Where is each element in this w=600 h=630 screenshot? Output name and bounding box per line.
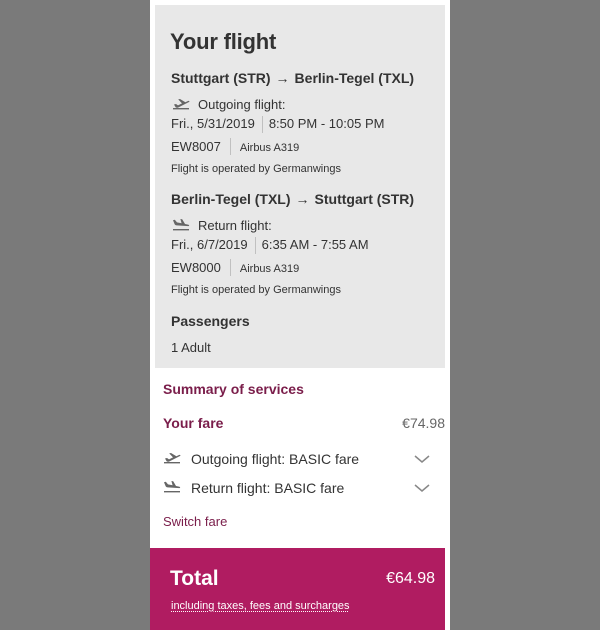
return-route: Berlin-Tegel (TXL) → Stuttgart (STR) <box>171 191 414 207</box>
plane-takeoff-icon <box>173 99 190 110</box>
return-flight-info: EW8000 Airbus A319 <box>171 259 299 277</box>
booking-summary-panel: Your flight Stuttgart (STR) → Berlin-Tegel… <box>150 0 450 630</box>
route-arrow-icon: → <box>295 191 310 207</box>
flight-details-box: Your flight Stuttgart (STR) → Berlin-Tegel… <box>155 5 445 368</box>
return-date: Fri., 6/7/2019 <box>171 237 248 252</box>
outbound-flight-info: EW8007 Airbus A319 <box>171 138 299 156</box>
passengers-heading: Passengers <box>171 313 250 329</box>
fare-price: €74.98 <box>402 415 445 431</box>
return-time: 6:35 AM - 7:55 AM <box>261 237 369 252</box>
return-flight-number: EW8000 <box>171 260 221 275</box>
chevron-down-icon[interactable] <box>414 454 430 464</box>
divider <box>261 116 263 134</box>
outbound-time: 8:50 PM - 10:05 PM <box>268 116 385 131</box>
switch-fare-link[interactable]: Switch fare <box>163 514 227 529</box>
return-aircraft: Airbus A319 <box>239 263 300 275</box>
total-price: €64.98 <box>386 570 435 587</box>
return-origin: Berlin-Tegel (TXL) <box>171 191 291 207</box>
divider <box>229 138 231 156</box>
chevron-down-icon[interactable] <box>414 483 430 493</box>
route-arrow-icon: → <box>275 70 290 86</box>
outbound-aircraft: Airbus A319 <box>239 142 300 154</box>
total-fees-link[interactable]: including taxes, fees and surcharges <box>171 600 350 612</box>
outbound-flight-number: EW8007 <box>171 139 221 154</box>
plane-landing-icon <box>164 481 181 493</box>
plane-takeoff-icon <box>164 453 181 464</box>
plane-landing-icon <box>173 219 190 231</box>
fare-label: Your fare <box>163 415 224 431</box>
return-label: Return flight: <box>198 218 272 233</box>
outbound-origin: Stuttgart (STR) <box>171 70 271 86</box>
service-label: Outgoing flight: BASIC fare <box>191 451 360 467</box>
outbound-destination: Berlin-Tegel (TXL) <box>294 70 415 86</box>
outbound-date: Fri., 5/31/2019 <box>171 116 255 131</box>
outbound-label: Outgoing flight: <box>198 97 286 112</box>
outbound-route: Stuttgart (STR) → Berlin-Tegel (TXL) <box>171 70 414 86</box>
return-destination: Stuttgart (STR) <box>314 191 415 207</box>
return-operator: Flight is operated by Germanwings <box>171 284 341 296</box>
outbound-operator: Flight is operated by Germanwings <box>171 163 341 175</box>
summary-heading: Summary of services <box>163 381 304 397</box>
passengers-count: 1 Adult <box>171 340 211 355</box>
total-label: Total <box>170 567 219 590</box>
outbound-datetime: Fri., 5/31/2019 8:50 PM - 10:05 PM <box>171 116 385 134</box>
page-title: Your flight <box>170 29 277 54</box>
return-datetime: Fri., 6/7/2019 6:35 AM - 7:55 AM <box>171 237 369 255</box>
total-box: Total €64.98 including taxes, fees and s… <box>150 548 445 630</box>
divider <box>254 237 256 255</box>
divider <box>229 259 231 277</box>
service-label: Return flight: BASIC fare <box>191 480 345 496</box>
